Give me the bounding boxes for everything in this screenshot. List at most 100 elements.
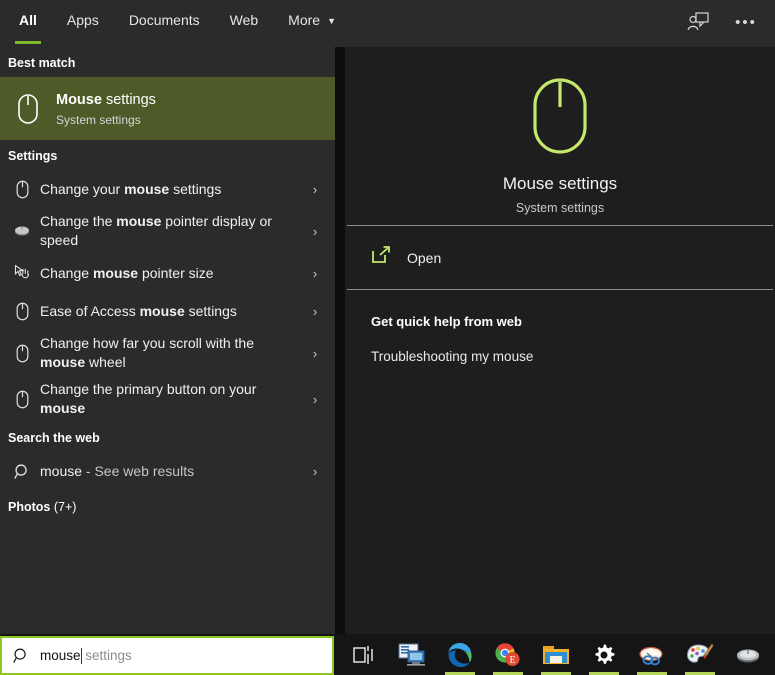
hand-cursor-icon (8, 264, 36, 282)
quick-help-title: Get quick help from web (371, 314, 522, 329)
mouse-app-icon[interactable] (724, 634, 772, 675)
best-match-text: Mouse settings System settings (56, 91, 156, 127)
tab-more-label: More (288, 12, 321, 28)
tab-apps[interactable]: Apps (52, 0, 114, 40)
chevron-down-icon: ▼ (327, 16, 336, 26)
snipping-tool-icon[interactable] (628, 634, 676, 675)
paint-icon[interactable] (676, 634, 724, 675)
preview-subtitle: System settings (515, 201, 605, 215)
mouse-outline-icon (8, 344, 36, 363)
chevron-right-icon[interactable]: › (303, 464, 327, 479)
tab-all-label: All (19, 12, 37, 28)
preview-title: Mouse settings (502, 174, 618, 193)
label-pre: Change (40, 264, 93, 281)
search-suggestion: settings (81, 648, 132, 663)
best-match-title-bold: Mouse (56, 91, 102, 108)
result-item-ease-of-access-mouse-settings[interactable]: Ease of Access mouse settings › (0, 292, 335, 330)
results-panel: Best match Mouse settings System setting… (0, 47, 335, 634)
search-filter-bar: All Apps Documents Web More ▼ ••• (0, 0, 775, 47)
mouse-outline-icon (8, 86, 48, 132)
result-item-change-your-mouse-settings[interactable]: Change your mouse settings › (0, 170, 335, 208)
chevron-right-icon[interactable]: › (303, 182, 327, 197)
result-item-label: Change the primary button on your mouse (36, 380, 303, 418)
mouse-outline-icon (8, 180, 36, 199)
preview-hero: Mouse settings System settings (345, 47, 775, 225)
label-bold: mouse (92, 264, 139, 281)
chevron-right-icon[interactable]: › (303, 224, 327, 239)
chevron-right-icon[interactable]: › (303, 346, 327, 361)
web-search-query: mouse (40, 462, 83, 479)
tab-documents-label: Documents (128, 12, 200, 28)
best-match-title-rest: settings (101, 91, 156, 108)
photos-header-label: Photos (8, 500, 51, 514)
label-bold: mouse (139, 302, 185, 319)
tab-documents[interactable]: Documents (114, 0, 215, 40)
best-match-result[interactable]: Mouse settings System settings (0, 77, 335, 140)
search-input[interactable]: mouse settings (0, 636, 334, 675)
tab-more[interactable]: More ▼ (273, 0, 351, 40)
chevron-right-icon[interactable]: › (303, 392, 327, 407)
result-item-label: Change mouse pointer size (36, 264, 303, 283)
settings-gear-icon[interactable] (580, 634, 628, 675)
photos-section-header: Photos (7+) (0, 490, 335, 521)
label-bold: mouse (116, 213, 162, 229)
quick-help-block: Get quick help from web Troubleshooting … (345, 290, 775, 364)
web-search-suffix: - See web results (82, 462, 195, 479)
best-match-subtitle: System settings (56, 112, 141, 127)
panel-divider-gap (335, 47, 345, 634)
taskbar: mouse settings E (0, 634, 775, 675)
google-chrome-icon[interactable]: E (484, 634, 532, 675)
more-options-dots: ••• (735, 13, 757, 31)
label-pre: Change how far you scroll with the (40, 335, 254, 351)
best-match-header: Best match (8, 56, 76, 70)
label-pre: Change your (40, 180, 125, 197)
best-match-title: Mouse settings (56, 91, 156, 110)
photos-header-count: (7+) (50, 500, 77, 514)
preview-panel: Mouse settings System settings Open Get … (345, 47, 775, 634)
topbar-actions: ••• (683, 0, 775, 44)
label-bold: mouse (40, 354, 86, 370)
result-item-label: Change how far you scroll with the mouse… (36, 334, 303, 372)
result-item-change-mouse-pointer-display-or-speed[interactable]: Change the mouse pointer display or spee… (0, 208, 335, 254)
search-the-web-header: Search the web (8, 431, 100, 445)
label-pre: Change the (40, 213, 117, 229)
open-action-row[interactable]: Open (345, 226, 775, 289)
label-bold: mouse (124, 180, 170, 197)
result-item-change-primary-button[interactable]: Change the primary button on your mouse … (0, 376, 335, 422)
mouse-filled-icon (8, 224, 36, 238)
settings-section-header: Settings (8, 149, 58, 163)
result-item-web-search[interactable]: mouse - See web results › (0, 452, 335, 490)
search-icon (10, 647, 32, 664)
tab-web[interactable]: Web (215, 0, 274, 40)
result-item-label: Change your mouse settings (36, 180, 303, 199)
tab-apps-label: Apps (66, 12, 99, 28)
quick-help-link-troubleshooting[interactable]: Troubleshooting my mouse (371, 349, 775, 364)
tab-web-label: Web (229, 12, 259, 28)
search-text-wrap: mouse settings (40, 647, 132, 664)
label-post: wheel (85, 354, 126, 370)
result-item-label: Change the mouse pointer display or spee… (36, 212, 303, 250)
result-item-label: Ease of Access mouse settings (36, 302, 303, 321)
taskbar-app-tray: E (340, 634, 772, 675)
microsoft-edge-icon[interactable] (436, 634, 484, 675)
chevron-right-icon[interactable]: › (303, 304, 327, 319)
mouse-outline-icon (8, 302, 36, 321)
more-options-button[interactable]: ••• (731, 7, 761, 37)
search-icon (8, 463, 36, 480)
file-explorer-icon[interactable] (532, 634, 580, 675)
search-typed-value: mouse (40, 648, 81, 663)
svg-text:E: E (509, 655, 515, 666)
chevron-right-icon[interactable]: › (303, 266, 327, 281)
label-pre: Ease of Access (40, 302, 140, 319)
label-post: settings (169, 180, 222, 197)
label-pre: Change the primary button on your (40, 381, 257, 397)
mouse-outline-icon (532, 77, 588, 160)
task-view-icon[interactable] (340, 634, 388, 675)
open-external-icon (371, 246, 391, 269)
result-item-change-scroll-mouse-wheel[interactable]: Change how far you scroll with the mouse… (0, 330, 335, 376)
label-bold: mouse (40, 400, 86, 416)
result-item-change-mouse-pointer-size[interactable]: Change mouse pointer size › (0, 254, 335, 292)
person-feedback-icon[interactable] (683, 7, 713, 37)
remote-desktop-icon[interactable] (388, 634, 436, 675)
tab-all[interactable]: All (4, 0, 52, 44)
